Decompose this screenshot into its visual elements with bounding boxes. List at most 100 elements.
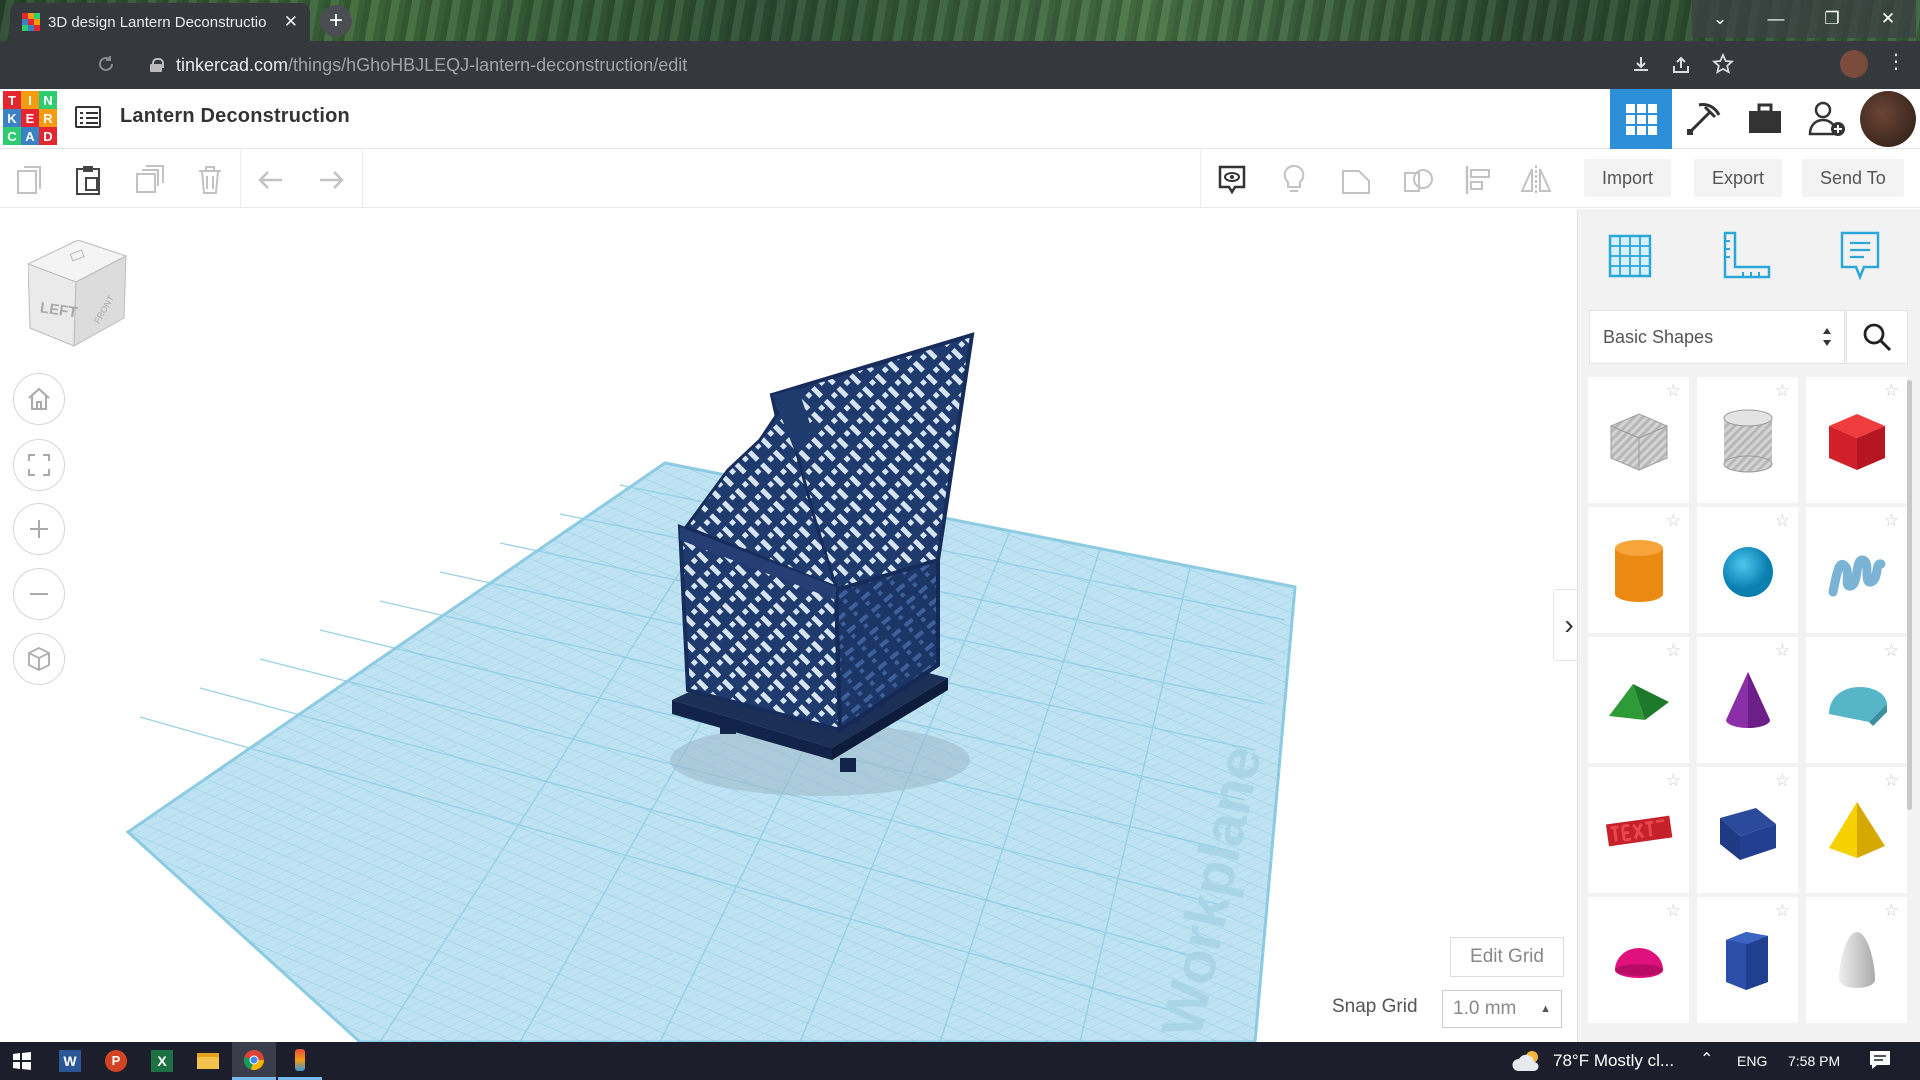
- 3d-viewport[interactable]: Workplane: [0, 209, 1576, 1042]
- shape-tile-roof[interactable]: ☆: [1588, 637, 1689, 763]
- install-app-icon[interactable]: [1630, 54, 1652, 81]
- text-red-icon: [1605, 815, 1672, 847]
- export-button[interactable]: Export: [1694, 159, 1783, 197]
- taskbar-file-explorer[interactable]: [186, 1042, 230, 1080]
- copy-button[interactable]: [10, 160, 50, 200]
- browser-tab-active[interactable]: 3D design Lantern Deconstructio ✕: [10, 3, 310, 41]
- shape-tile-cone[interactable]: ☆: [1697, 637, 1798, 763]
- home-view-button[interactable]: [13, 373, 65, 425]
- design-title[interactable]: Lantern Deconstruction: [120, 105, 350, 128]
- lessons-button[interactable]: [1734, 89, 1796, 149]
- tinkercad-logo[interactable]: T I N K E R C A D: [3, 91, 57, 145]
- minimize-button[interactable]: —: [1748, 0, 1804, 38]
- paste-button[interactable]: [68, 160, 108, 200]
- taskbar-chrome[interactable]: [232, 1042, 276, 1080]
- fit-view-button[interactable]: [13, 439, 65, 491]
- weather-text[interactable]: 78°F Mostly cl...: [1553, 1051, 1674, 1071]
- favorite-star-icon[interactable]: ☆: [1775, 381, 1790, 401]
- add-user-icon: [1808, 101, 1845, 136]
- align-button[interactable]: [1458, 160, 1498, 200]
- favorite-star-icon[interactable]: ☆: [1666, 771, 1681, 791]
- reload-icon[interactable]: [96, 54, 116, 80]
- shape-tile-sphere[interactable]: ☆: [1697, 507, 1798, 633]
- windows-start-button[interactable]: [0, 1042, 44, 1080]
- shape-tile-scribble[interactable]: ☆: [1806, 507, 1907, 633]
- shape-library-select[interactable]: Basic Shapes: [1589, 310, 1845, 364]
- new-tab-button[interactable]: +: [320, 5, 352, 37]
- close-window-button[interactable]: ✕: [1860, 0, 1916, 38]
- shape-tile-polygon[interactable]: ☆: [1697, 897, 1798, 1023]
- tab-search-icon[interactable]: ⌄: [1692, 0, 1748, 38]
- shape-tile-round-roof[interactable]: ☆: [1806, 637, 1907, 763]
- shape-tile-paraboloid[interactable]: ☆: [1806, 897, 1907, 1023]
- delete-button[interactable]: [190, 160, 230, 200]
- ungroup-button[interactable]: [1398, 160, 1438, 200]
- redo-button[interactable]: [310, 160, 350, 200]
- taskbar-excel[interactable]: X: [140, 1042, 184, 1080]
- clipboard-icon: [76, 166, 100, 195]
- codeblocks-button[interactable]: [1672, 89, 1734, 149]
- notifications-icon[interactable]: [1868, 1049, 1892, 1076]
- browser-menu-icon[interactable]: ⋮: [1886, 52, 1906, 72]
- shape-tile-box-hole[interactable]: ☆: [1588, 377, 1689, 503]
- shape-tile-pyramid[interactable]: ☆: [1806, 767, 1907, 893]
- workplane-scene[interactable]: Workplane: [0, 209, 1576, 1042]
- chevron-up-icon[interactable]: ⌃: [1700, 1049, 1713, 1069]
- word-icon: W: [59, 1050, 81, 1072]
- shape-tile-box[interactable]: ☆: [1806, 377, 1907, 503]
- taskbar-app-pinned[interactable]: [278, 1042, 322, 1080]
- clock[interactable]: 7:58 PM: [1788, 1053, 1840, 1069]
- favorite-star-icon[interactable]: ☆: [1666, 901, 1681, 921]
- invite-user-button[interactable]: [1796, 89, 1858, 149]
- favorite-star-icon[interactable]: ☆: [1884, 771, 1899, 791]
- shape-tile-wedge[interactable]: ☆: [1697, 767, 1798, 893]
- taskbar-powerpoint[interactable]: P: [94, 1042, 138, 1080]
- group-button[interactable]: [1336, 160, 1376, 200]
- notes-button[interactable]: [1212, 160, 1252, 200]
- favorite-star-icon[interactable]: ☆: [1884, 381, 1899, 401]
- mirror-button[interactable]: [1516, 160, 1556, 200]
- import-button[interactable]: Import: [1584, 159, 1672, 197]
- language-indicator[interactable]: ENG: [1737, 1053, 1767, 1069]
- favorite-star-icon[interactable]: ☆: [1775, 901, 1790, 921]
- edit-grid-button[interactable]: Edit Grid: [1450, 937, 1564, 977]
- zoom-out-button[interactable]: [13, 568, 65, 620]
- workplane-tool-button[interactable]: [1600, 226, 1660, 286]
- shape-tile-cylinder-hole[interactable]: ☆: [1697, 377, 1798, 503]
- taskbar-word[interactable]: W: [48, 1042, 92, 1080]
- send-to-button[interactable]: Send To: [1802, 159, 1904, 197]
- undo-button[interactable]: [252, 160, 292, 200]
- favorite-star-icon[interactable]: ☆: [1884, 511, 1899, 531]
- url-omnibox[interactable]: tinkercad.com/things/hGhoHBJLEQJ-lantern…: [140, 47, 1710, 83]
- user-avatar[interactable]: [1860, 91, 1916, 147]
- notes-tool-button[interactable]: [1830, 226, 1890, 286]
- favorite-star-icon[interactable]: ☆: [1666, 381, 1681, 401]
- close-tab-icon[interactable]: ✕: [284, 12, 298, 32]
- favorite-star-icon[interactable]: ☆: [1666, 641, 1681, 661]
- favorite-star-icon[interactable]: ☆: [1884, 641, 1899, 661]
- panel-scrollbar[interactable]: [1907, 380, 1912, 810]
- favorite-star-icon[interactable]: ☆: [1666, 511, 1681, 531]
- shape-search-button[interactable]: [1846, 310, 1908, 364]
- shape-tile-cylinder[interactable]: ☆: [1588, 507, 1689, 633]
- zoom-in-button[interactable]: [13, 503, 65, 555]
- bookmark-star-icon[interactable]: [1711, 52, 1735, 80]
- view-cube[interactable]: LEFT FRONT: [26, 239, 128, 355]
- restore-button[interactable]: ❐: [1804, 0, 1860, 38]
- favorite-star-icon[interactable]: ☆: [1884, 901, 1899, 921]
- ruler-tool-button[interactable]: [1716, 226, 1776, 286]
- align-icon: [1465, 166, 1490, 194]
- shape-tile-half-sphere[interactable]: ☆: [1588, 897, 1689, 1023]
- browser-profile-avatar[interactable]: [1840, 50, 1868, 78]
- favorite-star-icon[interactable]: ☆: [1775, 511, 1790, 531]
- duplicate-button[interactable]: [130, 160, 170, 200]
- snap-grid-select[interactable]: 1.0 mm ▲: [1442, 990, 1562, 1028]
- share-icon[interactable]: [1670, 54, 1692, 81]
- favorite-star-icon[interactable]: ☆: [1775, 771, 1790, 791]
- favorite-star-icon[interactable]: ☆: [1775, 641, 1790, 661]
- 3d-design-view-button[interactable]: [1610, 89, 1672, 149]
- perspective-toggle-button[interactable]: [13, 633, 65, 685]
- shape-tile-text[interactable]: ☆: [1588, 767, 1689, 893]
- design-list-icon[interactable]: [75, 106, 101, 128]
- toggle-notes-visibility-button[interactable]: [1274, 160, 1314, 200]
